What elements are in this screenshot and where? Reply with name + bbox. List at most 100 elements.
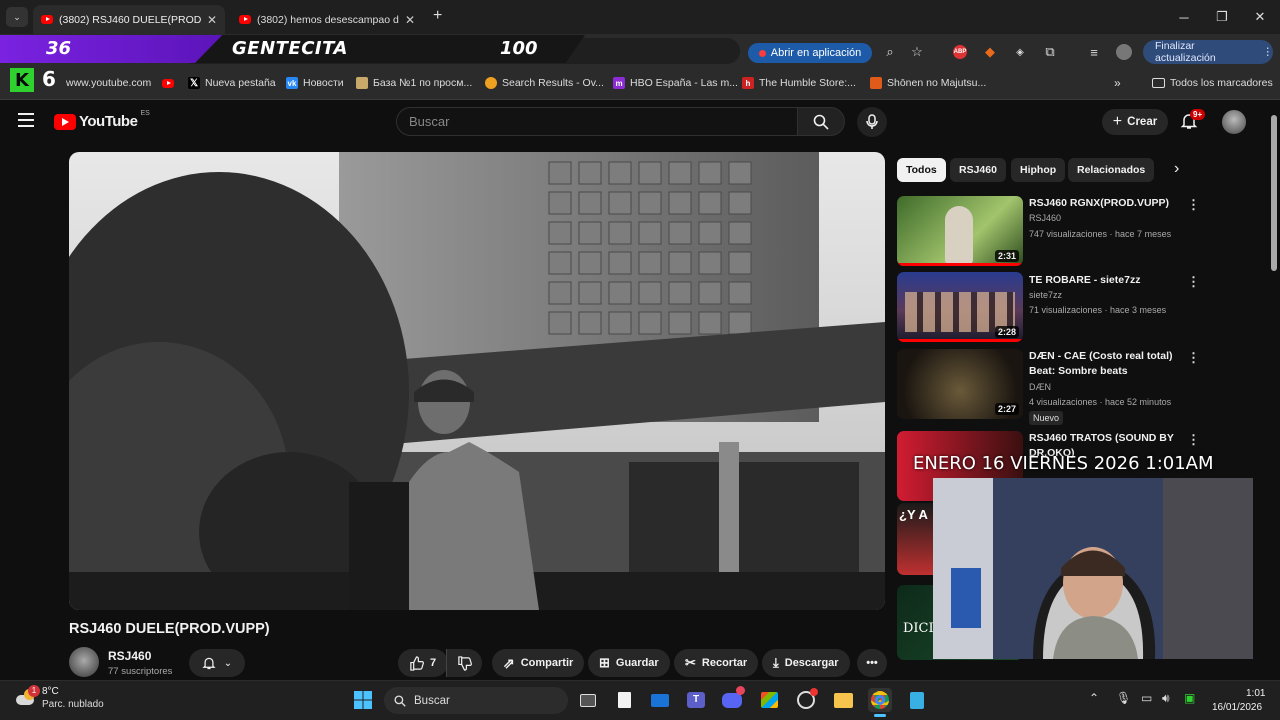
all-bookmarks-folder[interactable]: Todos los marcadores: [1152, 74, 1273, 92]
chip-all[interactable]: Todos: [897, 158, 946, 182]
new-tab-button[interactable]: +: [433, 7, 442, 25]
mail-icon[interactable]: [648, 688, 672, 712]
start-windows-icon[interactable]: [351, 688, 375, 712]
hbo-icon: m: [613, 77, 625, 89]
network-icon[interactable]: ▭: [1141, 691, 1152, 705]
extensions-puzzle-icon[interactable]: ⧉: [1039, 41, 1061, 63]
close-window-button[interactable]: ✕: [1240, 0, 1280, 34]
chip-hiphop[interactable]: Hiphop: [1011, 158, 1066, 182]
volume-icon[interactable]: 🔊︎: [1162, 691, 1170, 706]
open-in-app-button[interactable]: Abrir en aplicación: [748, 43, 872, 63]
bookmark-item[interactable]: m HBO España - Las m...: [613, 74, 738, 92]
media-control-icon[interactable]: ≡: [1083, 41, 1105, 63]
related-thumbnail[interactable]: 2:31: [897, 196, 1023, 266]
tab-list-button[interactable]: ⌄: [6, 7, 28, 27]
chip-channel[interactable]: RSJ460: [950, 158, 1006, 182]
page-scrollbar[interactable]: [1268, 101, 1280, 680]
tab-active[interactable]: (3802) RSJ460 DUELE(PROD.VUPP) ✕: [33, 5, 225, 34]
bookmark-label: Новости: [303, 77, 344, 89]
taskbar-search[interactable]: Buscar: [384, 687, 568, 714]
taskbar-date[interactable]: 16/01/2026: [1212, 702, 1262, 713]
share-button[interactable]: ⇗ Compartir: [492, 649, 585, 677]
like-button[interactable]: 7: [398, 649, 449, 677]
tab-title: (3802) RSJ460 DUELE(PROD.VUPP): [59, 13, 201, 26]
close-icon[interactable]: ✕: [207, 13, 217, 27]
clip-button[interactable]: ✂ Recortar: [674, 649, 759, 677]
tray-chevron-icon[interactable]: ⌃: [1089, 691, 1099, 705]
subscribe-bell-button[interactable]: ⌄: [189, 649, 245, 677]
close-icon[interactable]: ✕: [405, 13, 415, 27]
search-input[interactable]: Buscar: [396, 107, 798, 136]
more-vertical-icon[interactable]: ⋮: [1187, 274, 1200, 290]
steam-icon[interactable]: [794, 688, 818, 712]
bookmark-item[interactable]: 𝕏 Nueva pestaña: [188, 74, 276, 92]
update-button[interactable]: Finalizar actualización ⋮: [1143, 40, 1273, 64]
weather-widget[interactable]: 1 8°C Parc. nublado: [14, 685, 104, 711]
humble-icon: h: [742, 77, 754, 89]
related-channel[interactable]: RSJ460: [1029, 213, 1061, 223]
zoom-icon[interactable]: ⌕: [879, 41, 901, 63]
chip-related[interactable]: Relacionados: [1068, 158, 1155, 182]
bookmark-item[interactable]: vk Новости: [286, 74, 344, 92]
file-explorer-icon[interactable]: [831, 688, 855, 712]
related-title[interactable]: RSJ460 RGNX(PROD.VUPP): [1029, 196, 1174, 211]
related-channel[interactable]: DÆN: [1029, 382, 1051, 392]
more-vertical-icon[interactable]: ⋮: [1187, 350, 1200, 366]
headset-icon[interactable]: ▣: [1184, 691, 1195, 705]
duration-badge: 2:31: [994, 250, 1019, 262]
more-vertical-icon[interactable]: ⋮: [1187, 197, 1200, 213]
bookmark-item[interactable]: База №1 по просм...: [356, 74, 472, 92]
download-button[interactable]: ⤓ Descargar: [762, 649, 850, 677]
subscriber-count: 77 suscriptores: [108, 666, 173, 677]
store-icon[interactable]: [757, 688, 781, 712]
clip-label: Recortar: [701, 657, 748, 669]
microphone-tray-icon[interactable]: 🎙︎: [1116, 691, 1131, 705]
channel-name[interactable]: RSJ460: [108, 649, 151, 663]
related-channel[interactable]: siete7zz: [1029, 290, 1062, 300]
teams-icon[interactable]: T: [684, 688, 708, 712]
youtube-favicon-icon: [41, 15, 53, 24]
more-bookmarks-button[interactable]: »: [1114, 74, 1121, 92]
bookmark-item[interactable]: www.youtube.com: [66, 74, 151, 92]
create-button[interactable]: + Crear: [1102, 109, 1168, 135]
profile-avatar-icon[interactable]: [1113, 41, 1135, 63]
dislike-button[interactable]: [446, 649, 482, 677]
maximize-button[interactable]: ❐: [1202, 0, 1242, 34]
youtube-logo[interactable]: YouTube ES: [54, 110, 150, 130]
related-thumbnail[interactable]: 2:28: [897, 272, 1023, 342]
document-icon[interactable]: [612, 688, 636, 712]
video-player[interactable]: [69, 152, 885, 610]
bookmark-star-icon[interactable]: ☆: [906, 41, 928, 63]
adblock-extension-icon[interactable]: ABP: [949, 41, 971, 63]
bookmark-item[interactable]: Search Results - Ov...: [485, 74, 604, 92]
chrome-icon[interactable]: [868, 688, 892, 712]
save-button[interactable]: ⊞ Guardar: [588, 649, 670, 677]
download-icon: ⤓: [773, 655, 779, 670]
x-icon: 𝕏: [188, 77, 200, 89]
channel-avatar[interactable]: [69, 647, 99, 677]
chevron-right-icon[interactable]: ›: [1174, 160, 1179, 178]
fox-extension-icon[interactable]: ◆: [979, 41, 1001, 63]
more-actions-button[interactable]: •••: [857, 649, 887, 677]
tab-inactive[interactable]: (3802) hemos desescampao de ✕: [231, 5, 423, 34]
taskbar-time[interactable]: 1:01: [1246, 688, 1265, 699]
voice-search-button[interactable]: [857, 107, 887, 137]
related-title[interactable]: DÆN - CAE (Costo real total) Beat: Sombr…: [1029, 349, 1174, 379]
related-title[interactable]: TE ROBARE - siete7zz: [1029, 273, 1174, 288]
discord-icon[interactable]: [720, 686, 745, 712]
minimize-button[interactable]: ─: [1164, 0, 1204, 34]
notepad-icon[interactable]: [905, 688, 929, 712]
notifications-button[interactable]: 9+: [1180, 109, 1206, 134]
menu-hamburger-icon[interactable]: [18, 113, 34, 127]
account-avatar[interactable]: [1222, 110, 1246, 134]
plus-icon: +: [1112, 113, 1123, 130]
related-thumbnail[interactable]: 2:27: [897, 349, 1023, 419]
more-vertical-icon[interactable]: ⋮: [1187, 432, 1200, 448]
bookmark-item[interactable]: h The Humble Store:...: [742, 74, 856, 92]
extension-diamond-icon[interactable]: ◈: [1009, 41, 1031, 63]
search-button[interactable]: [797, 107, 845, 136]
download-label: Descargar: [784, 657, 839, 669]
bookmark-item[interactable]: Shōnen no Majutsu...: [870, 74, 986, 92]
bookmark-item[interactable]: [162, 74, 174, 92]
task-view-icon[interactable]: [576, 688, 600, 712]
